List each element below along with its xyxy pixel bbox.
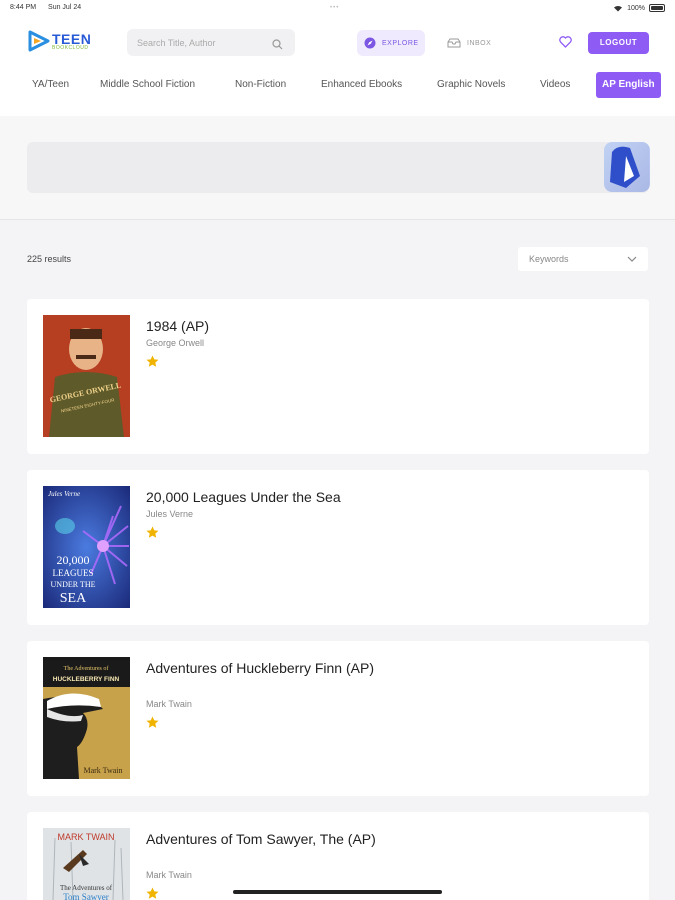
book-author: George Orwell	[146, 338, 205, 348]
status-date: Sun Jul 24	[48, 4, 82, 11]
book-cover-image[interactable]: Jules Verne 20,000 LEAGUES UNDER THE SEA	[43, 486, 130, 608]
tab-non-fiction[interactable]: Non-Fiction	[235, 72, 286, 98]
cover-2-author-text: Jules Verne	[48, 490, 80, 498]
inbox-icon	[447, 38, 461, 48]
tab-middle-school-fiction[interactable]: Middle School Fiction	[100, 72, 195, 98]
cover-3-author-text: Mark Twain	[83, 766, 122, 775]
cover-2-number-text: 20,000	[57, 553, 90, 567]
logo-text: TEEN	[52, 30, 92, 47]
sort-selected-value: Keywords	[529, 254, 569, 264]
book-title[interactable]: 20,000 Leagues Under the Sea	[146, 487, 376, 507]
cover-3-prefix-text: The Adventures of	[64, 665, 109, 672]
results-count: 225 results	[27, 254, 72, 264]
battery-icon	[649, 4, 665, 12]
book-author: Mark Twain	[146, 699, 192, 709]
explore-button[interactable]: EXPLORE	[357, 30, 425, 56]
cover-3-title-text: HUCKLEBERRY FINN	[53, 676, 120, 683]
search-box[interactable]	[127, 29, 295, 56]
tab-enhanced-ebooks[interactable]: Enhanced Ebooks	[321, 72, 402, 98]
banner-section	[0, 116, 675, 220]
chevron-down-icon	[627, 254, 637, 264]
book-cover-image[interactable]: GEORGE ORWELL NINETEEN EIGHTY-FOUR	[43, 315, 130, 437]
search-icon[interactable]	[272, 37, 283, 55]
book-author: Jules Verne	[146, 509, 194, 519]
logout-button[interactable]: LOGOUT	[588, 32, 649, 54]
book-card[interactable]: Jules Verne 20,000 LEAGUES UNDER THE SEA…	[27, 470, 649, 625]
cover-2-underthe-text: UNDER THE	[51, 580, 96, 589]
inbox-label: INBOX	[467, 39, 492, 47]
logo-subtext: BOOKCLOUD	[52, 44, 89, 51]
favorites-heart-icon[interactable]	[559, 35, 572, 53]
status-bar: 8:44 PM Sun Jul 24 ••• 100%	[0, 0, 675, 16]
bookmark-badge-icon	[600, 142, 650, 192]
explore-label: EXPLORE	[382, 39, 419, 47]
tab-videos[interactable]: Videos	[540, 72, 570, 98]
star-icon[interactable]	[146, 355, 159, 373]
compass-icon	[364, 37, 376, 49]
tab-ya-teen[interactable]: YA/Teen	[32, 72, 69, 98]
logo-play-icon	[28, 30, 50, 52]
star-icon[interactable]	[146, 526, 159, 544]
book-card[interactable]: The Adventures of HUCKLEBERRY FINN Mark …	[27, 641, 649, 796]
category-tabs: YA/Teen Middle School Fiction Non-Fictio…	[0, 72, 675, 100]
book-cover-image[interactable]: MARK TWAIN The Adventures of Tom Sawyer	[43, 828, 130, 900]
cover-2-sea-text: SEA	[60, 591, 87, 606]
cover-2-leagues-text: LEAGUES	[53, 568, 94, 578]
star-icon[interactable]	[146, 716, 159, 734]
book-card[interactable]: MARK TWAIN The Adventures of Tom Sawyer …	[27, 812, 649, 900]
tab-ap-english[interactable]: AP English	[596, 72, 661, 98]
promo-banner[interactable]	[27, 142, 649, 193]
sort-dropdown[interactable]: Keywords	[518, 247, 648, 271]
status-time: 8:44 PM	[10, 4, 37, 11]
book-cover-image[interactable]: The Adventures of HUCKLEBERRY FINN Mark …	[43, 657, 130, 779]
multitask-dots[interactable]: •••	[330, 5, 339, 11]
tab-graphic-novels[interactable]: Graphic Novels	[437, 72, 505, 98]
search-input[interactable]	[137, 37, 257, 48]
cover-4-title-text: Tom Sawyer	[63, 892, 109, 900]
teen-bookcloud-logo[interactable]: TEEN BOOKCLOUD	[28, 30, 91, 52]
star-icon[interactable]	[146, 887, 159, 900]
book-title[interactable]: Adventures of Tom Sawyer, The (AP)	[146, 829, 376, 849]
cover-4-prefix-text: The Adventures of	[60, 884, 113, 892]
inbox-button[interactable]: INBOX	[440, 30, 492, 56]
book-title[interactable]: Adventures of Huckleberry Finn (AP)	[146, 658, 376, 678]
book-card[interactable]: GEORGE ORWELL NINETEEN EIGHTY-FOUR 1984 …	[27, 299, 649, 454]
wifi-icon	[614, 5, 623, 12]
app-header: TEEN BOOKCLOUD EXPLORE INBOX LOGOUT YA/T…	[0, 16, 675, 116]
cover-4-author-text: MARK TWAIN	[57, 832, 114, 842]
book-title[interactable]: 1984 (AP)	[146, 316, 376, 336]
battery-percent: 100%	[627, 4, 645, 12]
home-indicator[interactable]	[233, 890, 442, 894]
book-author: Mark Twain	[146, 870, 192, 880]
